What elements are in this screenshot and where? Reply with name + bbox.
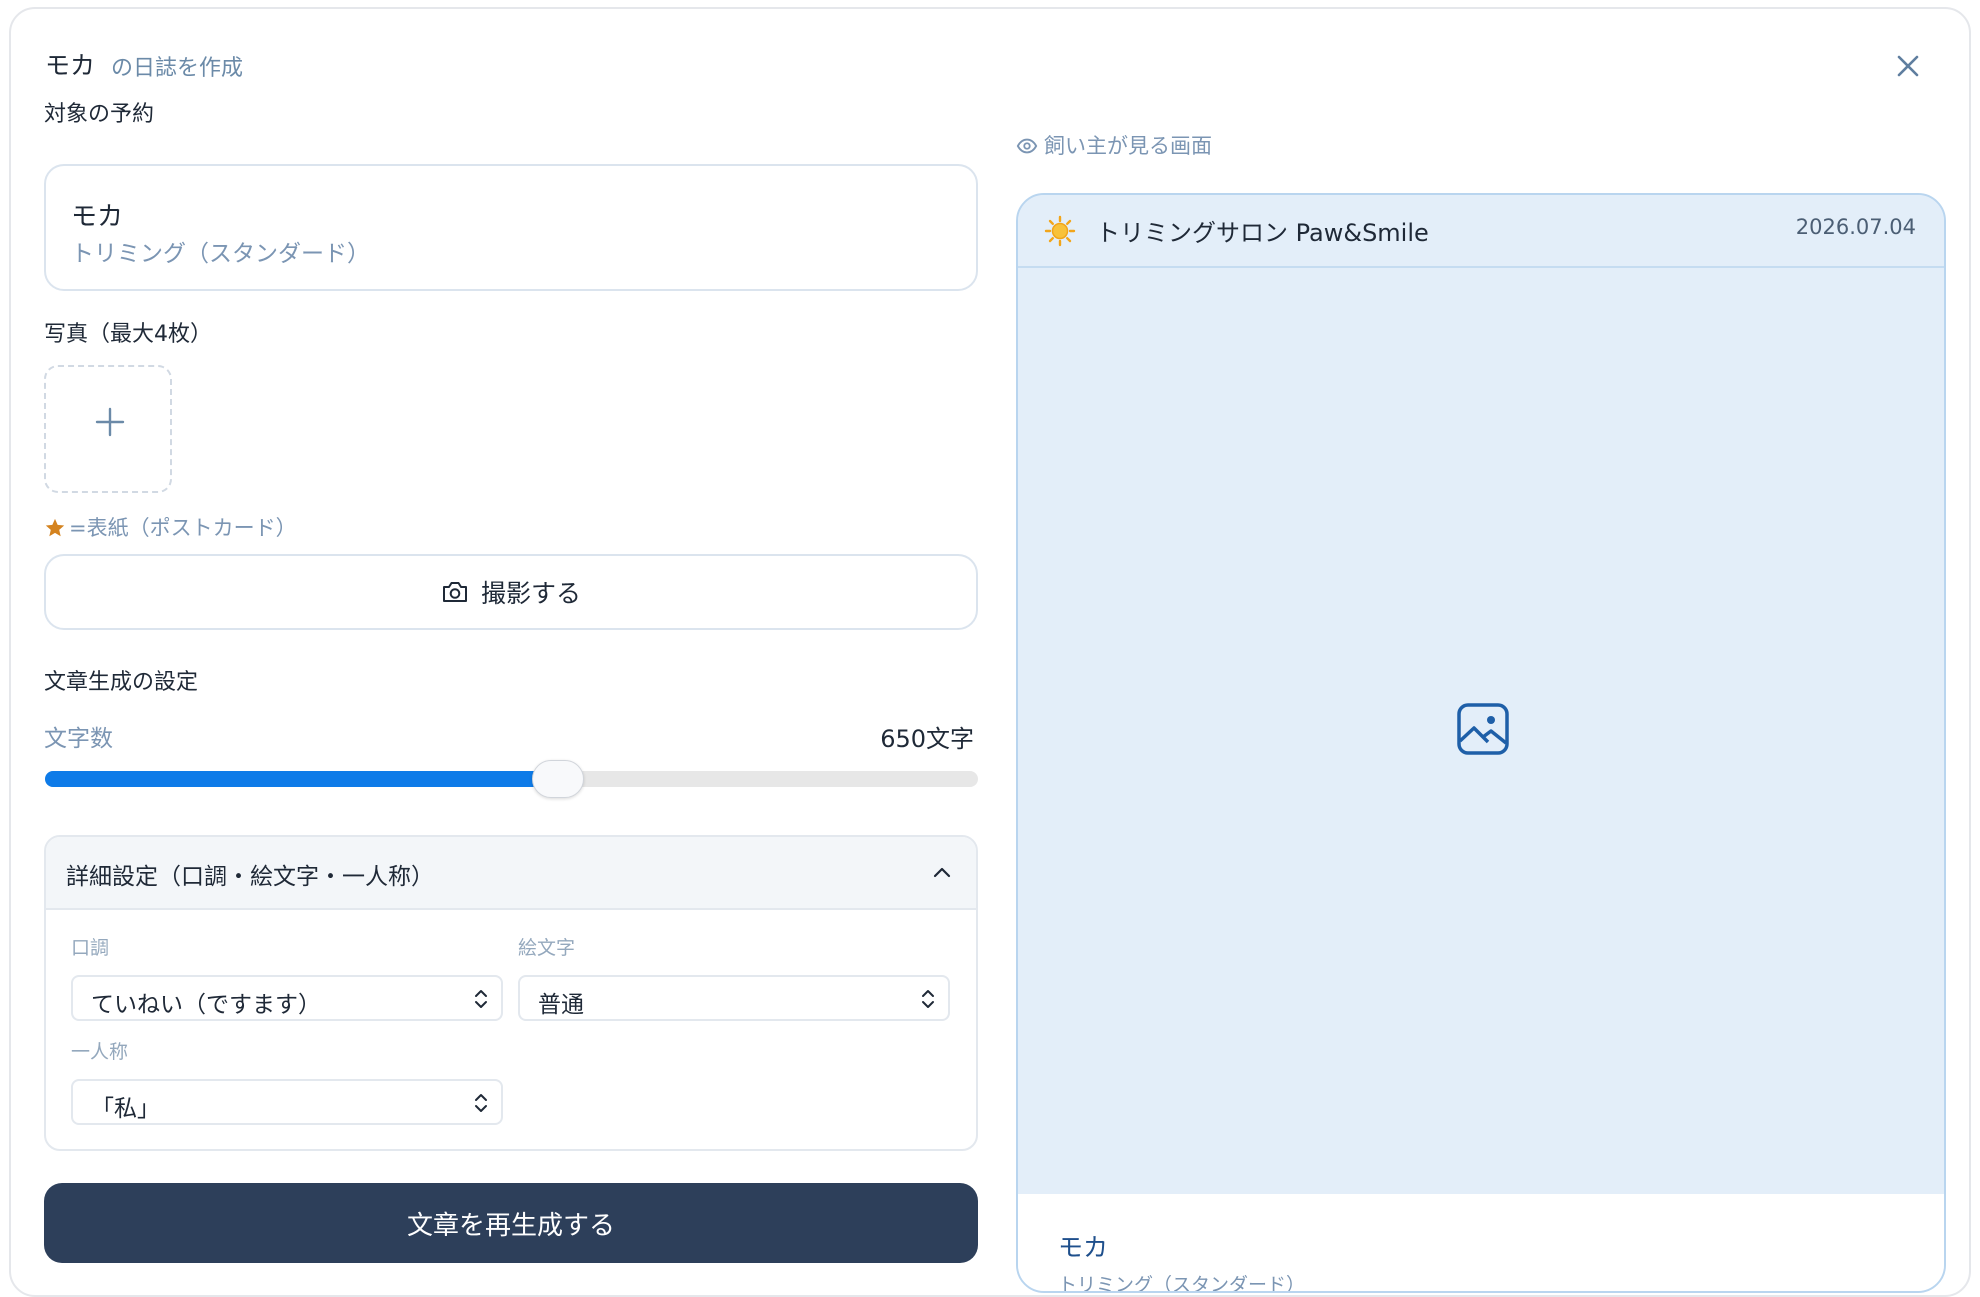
- eye-icon: [1016, 135, 1038, 157]
- length-label: 文字数: [44, 726, 113, 752]
- preview-label: 飼い主が見る画面: [1044, 134, 1212, 158]
- diary-date: 2026.07.04: [1795, 215, 1916, 239]
- advanced-settings-panel: 詳細設定（口調・絵文字・一人称） 口調 ていねい（ですます） 絵文字 普通 一人…: [44, 835, 978, 1151]
- length-slider-thumb[interactable]: [532, 760, 584, 798]
- advanced-settings-title: 詳細設定（口調・絵文字・一人称）: [66, 864, 434, 890]
- first-person-label: 一人称: [71, 1041, 129, 1063]
- preview-header: トリミングサロン Paw&Smile 2026.07.04: [1018, 195, 1944, 268]
- chevron-up-icon: [930, 861, 954, 885]
- photos-label: 写真（最大4枚）: [44, 322, 212, 347]
- emoji-select[interactable]: 普通: [518, 975, 950, 1021]
- capture-button[interactable]: 撮影する: [44, 554, 978, 630]
- target-reservation-card[interactable]: モカ トリミング（スタンダード）: [44, 164, 978, 291]
- preview-course: トリミング（スタンダード）: [1058, 1274, 1306, 1293]
- plus-icon: [93, 405, 127, 439]
- sun-icon: [1044, 215, 1076, 247]
- length-value: 650文字: [880, 725, 974, 753]
- target-pet-name: モカ: [71, 202, 124, 232]
- close-icon[interactable]: [1891, 49, 1925, 83]
- modal-title-pet: モカ: [45, 51, 96, 80]
- emoji-value: 普通: [538, 992, 584, 1018]
- star-icon: [44, 517, 66, 539]
- first-person-select[interactable]: 「私」: [71, 1079, 503, 1125]
- salon-name: トリミングサロン Paw&Smile: [1096, 219, 1429, 247]
- first-person-value: 「私」: [91, 1096, 160, 1122]
- tone-label: 口調: [71, 937, 110, 959]
- owner-preview: トリミングサロン Paw&Smile 2026.07.04 モカ トリミング（ス…: [1016, 193, 1946, 1293]
- target-course: トリミング（スタンダード）: [71, 241, 370, 267]
- tone-value: ていねい（ですます）: [91, 992, 321, 1018]
- regenerate-button[interactable]: 文章を再生成する: [44, 1183, 978, 1263]
- capture-label: 撮影する: [480, 579, 581, 608]
- preview-body: モカ トリミング（スタンダード）: [1018, 1194, 1944, 1293]
- select-arrows-icon: [473, 989, 489, 1009]
- generation-section-label: 文章生成の設定: [44, 670, 199, 695]
- image-placeholder-icon: [1455, 701, 1511, 757]
- camera-icon: [442, 582, 467, 602]
- advanced-settings-toggle[interactable]: 詳細設定（口調・絵文字・一人称）: [46, 837, 976, 910]
- select-arrows-icon: [920, 989, 936, 1009]
- preview-pet-name: モカ: [1058, 1233, 1109, 1262]
- tone-select[interactable]: ていねい（ですます）: [71, 975, 503, 1021]
- modal-title-suffix: の日誌を作成: [111, 56, 244, 81]
- cover-note: =表紙（ポストカード）: [69, 516, 297, 540]
- add-photo-button[interactable]: [44, 365, 172, 493]
- length-slider-fill: [45, 771, 558, 787]
- target-label: 対象の予約: [44, 102, 155, 127]
- diary-modal: モカ の日誌を作成 対象の予約 モカ トリミング（スタンダード） 写真（最大4枚…: [9, 7, 1971, 1297]
- length-slider-track[interactable]: [45, 771, 978, 787]
- emoji-label: 絵文字: [518, 937, 576, 959]
- select-arrows-icon: [473, 1093, 489, 1113]
